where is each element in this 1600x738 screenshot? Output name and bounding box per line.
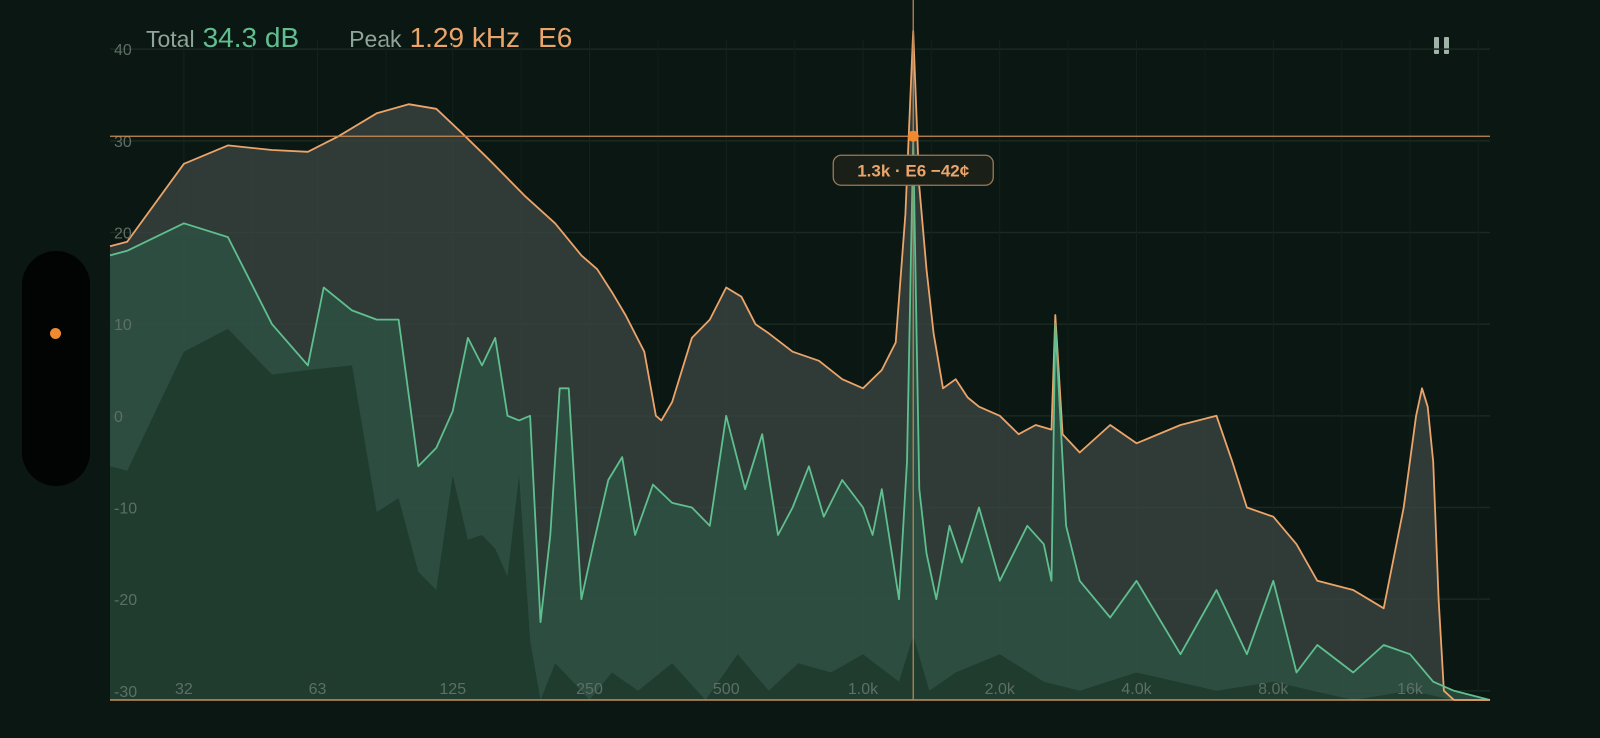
- x-tick-label: 250: [576, 681, 603, 698]
- y-tick-label: 40: [114, 42, 132, 59]
- cursor-tooltip: 1.3k · E6 −42¢: [857, 161, 970, 180]
- y-tick-label: 10: [114, 317, 132, 334]
- y-tick-label: 0: [114, 409, 123, 426]
- y-tick-label: 20: [114, 226, 132, 243]
- x-tick-label: 125: [439, 681, 466, 698]
- x-tick-label: 63: [309, 681, 327, 698]
- x-tick-label: 4.0k: [1121, 681, 1152, 698]
- spectrum-chart[interactable]: 403020100-10-20-30 32 63 125 250 500 1.0k 2.0k…: [0, 0, 1600, 738]
- y-tick-label: -20: [114, 592, 137, 609]
- x-tick-label: 8.0k: [1258, 681, 1289, 698]
- x-tick-label: 32: [175, 681, 193, 698]
- chart-areas: [110, 30, 1490, 701]
- x-tick-label: 1.0k: [848, 681, 879, 698]
- y-tick-label: -30: [114, 684, 137, 701]
- cursor-dot: [907, 130, 919, 142]
- x-tick-label: 2.0k: [985, 681, 1016, 698]
- x-tick-label: 500: [713, 681, 740, 698]
- y-tick-label: -10: [114, 501, 137, 518]
- x-tick-label: 16k: [1397, 681, 1424, 698]
